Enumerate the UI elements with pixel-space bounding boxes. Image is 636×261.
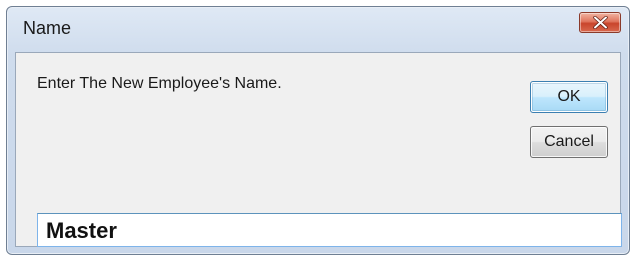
prompt-label: Enter The New Employee's Name. [37,75,282,92]
window-title: Name [23,18,72,38]
close-button[interactable] [579,12,621,33]
title-bar[interactable]: Name [7,7,629,52]
employee-name-input[interactable] [37,213,622,247]
name-dialog-window: Name Enter The New Employee's Name. OK C… [6,6,630,255]
dialog-body: Enter The New Employee's Name. OK Cancel [15,52,622,247]
ok-button[interactable]: OK [530,81,608,113]
close-icon [593,16,608,29]
cancel-button[interactable]: Cancel [530,126,608,158]
